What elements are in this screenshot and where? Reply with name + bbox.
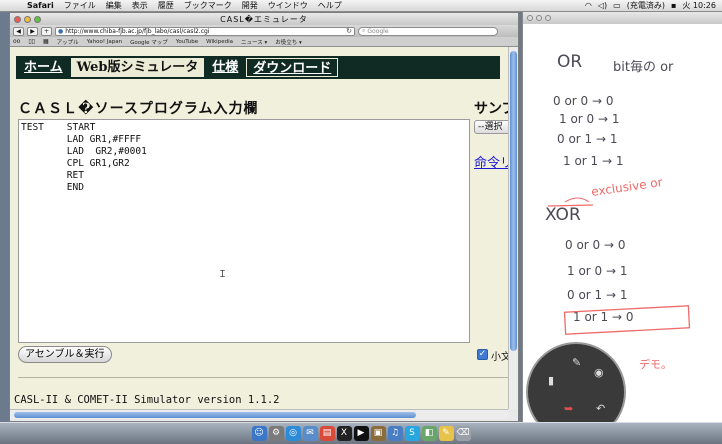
battery-icon[interactable]: ▭ xyxy=(613,1,621,10)
preview-icon[interactable]: ◧ xyxy=(421,426,437,441)
bookmark-google-maps[interactable]: Google マップ xyxy=(130,38,168,46)
xor-underline-stroke xyxy=(547,204,594,207)
text-cursor-icon: Ｉ xyxy=(218,270,228,280)
marker-icon[interactable]: ▮ xyxy=(548,374,554,387)
site-nav: ホーム Web版シミュレータ 仕様 ダウンロード xyxy=(16,56,500,79)
url-text: http://www.chiba-fjb.ac.jp/fjb_labo/casl… xyxy=(65,27,210,35)
menubar-status: ◠ ◁) ▭ (充電済み) ▪ 火 10:26 xyxy=(585,0,722,11)
mail-icon[interactable]: ✉ xyxy=(302,426,318,441)
page-title: ＣＡＳＬ�ソースプログラム入力欄 xyxy=(18,101,259,117)
menu-view[interactable]: 表示 xyxy=(127,0,153,11)
menu-safari[interactable]: Safari xyxy=(22,1,59,10)
menu-develop[interactable]: 開発 xyxy=(237,0,263,11)
terminal-icon[interactable]: ▶ xyxy=(353,426,369,441)
demo-note: デモ。 xyxy=(639,358,672,371)
tab-download[interactable]: ダウンロード xyxy=(246,58,339,77)
back-button[interactable]: ◀ xyxy=(13,26,24,36)
itunes-icon[interactable]: ♫ xyxy=(387,426,403,441)
dock: ☺ ⚙ ◎ ✉ ▤ X ▶ ▣ ♫ S ◧ ✎ ⌫ xyxy=(0,422,722,444)
trash-icon[interactable]: ⌫ xyxy=(455,426,471,441)
notes-close-button[interactable] xyxy=(527,15,533,21)
tab-home[interactable]: ホーム xyxy=(18,58,69,77)
vertical-scrollbar[interactable] xyxy=(508,47,518,409)
address-bar[interactable]: ● http://www.chiba-fjb.ac.jp/fjb_labo/ca… xyxy=(55,26,355,36)
notes-titlebar[interactable] xyxy=(523,12,722,24)
xor-bracket-stroke xyxy=(564,197,590,203)
menu-bookmarks[interactable]: ブックマーク xyxy=(179,0,237,11)
notes-zoom-button[interactable] xyxy=(545,15,551,21)
search-icon: ⌕ xyxy=(362,27,366,34)
pen-icon[interactable]: ✎ xyxy=(572,356,581,369)
horizontal-scroll-thumb[interactable] xyxy=(14,412,416,418)
bookmark-apple[interactable]: アップル xyxy=(57,38,79,46)
divider xyxy=(18,377,508,378)
x-icon[interactable]: X xyxy=(336,426,352,441)
photo-icon[interactable]: ▣ xyxy=(370,426,386,441)
open-book-icon[interactable]: ▯▯ xyxy=(28,38,35,45)
search-input[interactable]: ⌕ Google xyxy=(358,26,498,36)
browser-window: CASL�エミュレータ ◀ ▶ + ● http://www.chiba-fjb… xyxy=(9,12,519,422)
search-placeholder: Google xyxy=(367,27,389,35)
sample-label: サンプ xyxy=(474,101,508,117)
globe-icon: ● xyxy=(58,27,64,35)
flag-icon[interactable]: ▪ xyxy=(671,1,676,10)
web-page: ホーム Web版シミュレータ 仕様 ダウンロード ＣＡＳＬ�ソースプログラム入力… xyxy=(10,47,508,409)
bookmark-useful[interactable]: お役立ち ▾ xyxy=(275,38,302,46)
browser-toolbar: ◀ ▶ + ● http://www.chiba-fjb.ac.jp/fjb_l… xyxy=(10,25,518,37)
lowercase-checkbox-label: 小文 xyxy=(491,352,508,363)
version-text: CASL-II & COMET-II Simulator version 1.1… xyxy=(14,394,280,406)
vertical-scroll-thumb[interactable] xyxy=(510,51,517,351)
safari-icon[interactable]: ◎ xyxy=(285,426,301,441)
finder-icon[interactable]: ☺ xyxy=(251,426,267,441)
tab-spec[interactable]: 仕様 xyxy=(206,58,244,77)
window-title: CASL�エミュレータ xyxy=(220,15,308,24)
undo-icon[interactable]: ↶ xyxy=(596,402,605,415)
reading-glasses-icon[interactable]: oo xyxy=(13,38,20,45)
reload-icon[interactable]: ↻ xyxy=(346,27,354,35)
top-sites-grid-icon[interactable]: ▦ xyxy=(43,38,49,45)
bookmark-youtube[interactable]: YouTube xyxy=(176,39,198,45)
menu-file[interactable]: ファイル xyxy=(59,0,101,11)
color-wheel-icon[interactable]: ◉ xyxy=(594,366,604,379)
forward-button[interactable]: ▶ xyxy=(27,26,38,36)
lowercase-checkbox[interactable]: ✓ xyxy=(477,349,488,360)
bookmark-yahoo[interactable]: Yahoo! Japan xyxy=(87,39,122,45)
clock[interactable]: 火 10:26 xyxy=(682,0,716,11)
command-list-link[interactable]: 命令リ xyxy=(474,152,508,171)
skype-icon[interactable]: S xyxy=(404,426,420,441)
wifi-icon[interactable]: ◠ xyxy=(585,1,592,10)
eraser-icon[interactable]: ➥ xyxy=(564,402,573,415)
assemble-run-button[interactable]: アセンブル＆実行 xyxy=(18,346,112,363)
tab-web-simulator[interactable]: Web版シミュレータ xyxy=(70,58,205,77)
volume-icon[interactable]: ◁) xyxy=(598,1,607,10)
xor-highlight-box xyxy=(563,305,691,335)
notes-icon[interactable]: ✎ xyxy=(438,426,454,441)
horizontal-scrollbar[interactable] xyxy=(10,409,508,419)
add-bookmark-button[interactable]: + xyxy=(41,26,52,36)
sample-select[interactable]: --選択 xyxy=(474,120,508,134)
menu-history[interactable]: 履歴 xyxy=(153,0,179,11)
menu-edit[interactable]: 編集 xyxy=(101,0,127,11)
system-icon[interactable]: ⚙ xyxy=(268,426,284,441)
bookmark-news[interactable]: ニュース ▾ xyxy=(241,38,267,46)
calendar-icon[interactable]: ▤ xyxy=(319,426,335,441)
battery-status: (充電済み) xyxy=(626,1,665,10)
notes-window: OR bit毎の or 0 or 0 → 0 1 or 0 → 1 0 or 1… xyxy=(522,12,722,422)
menubar: Safari ファイル 編集 表示 履歴 ブックマーク 開発 ウインドウ ヘルプ… xyxy=(0,0,722,12)
menu-window[interactable]: ウインドウ xyxy=(263,0,313,11)
bookmark-wikipedia[interactable]: Wikipedia xyxy=(206,39,233,45)
menu-help[interactable]: ヘルプ xyxy=(313,0,347,11)
browser-titlebar[interactable]: CASL�エミュレータ xyxy=(10,13,518,25)
notes-minimize-button[interactable] xyxy=(536,15,542,21)
source-code-textarea[interactable]: TEST START LAD GR1,#FFFF LAD GR2,#0001 C… xyxy=(18,119,470,343)
bookmarks-bar: oo ▯▯ ▦ アップル Yahoo! Japan Google マップ You… xyxy=(10,37,518,47)
